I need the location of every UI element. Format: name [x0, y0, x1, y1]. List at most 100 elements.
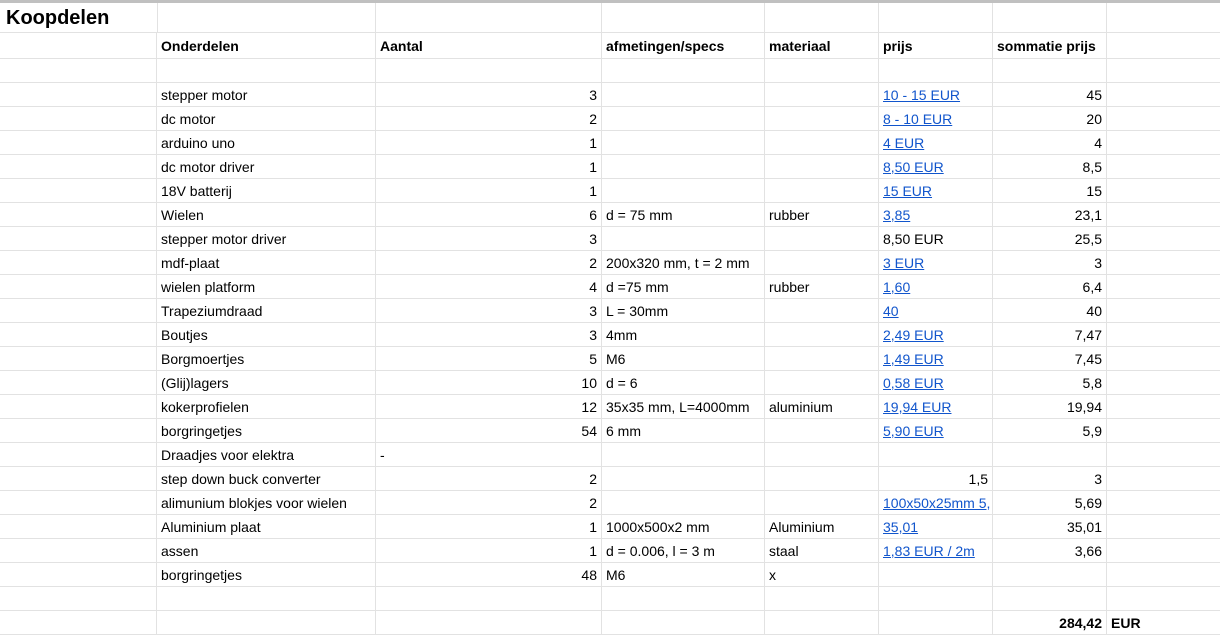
- price-link[interactable]: 1,83 EUR / 2m: [883, 544, 975, 558]
- cell[interactable]: [0, 155, 157, 179]
- price-link[interactable]: 1,49 EUR: [883, 352, 944, 366]
- sum-price-cell[interactable]: 20: [993, 107, 1107, 131]
- price-cell[interactable]: 1,49 EUR: [879, 347, 993, 371]
- cell[interactable]: [1107, 299, 1220, 323]
- quantity-cell[interactable]: 54: [376, 419, 602, 443]
- quantity-cell[interactable]: 5: [376, 347, 602, 371]
- material-cell[interactable]: [765, 131, 879, 155]
- specs-cell[interactable]: 1000x500x2 mm: [602, 515, 765, 539]
- sum-price-cell[interactable]: 3: [993, 251, 1107, 275]
- quantity-cell[interactable]: 3: [376, 323, 602, 347]
- price-link[interactable]: 8 - 10 EUR: [883, 112, 952, 126]
- price-cell[interactable]: 40: [879, 299, 993, 323]
- sum-price-cell[interactable]: 23,1: [993, 203, 1107, 227]
- header-prijs[interactable]: prijs: [879, 33, 993, 59]
- cell[interactable]: [0, 491, 157, 515]
- cell[interactable]: [1107, 33, 1220, 59]
- cell[interactable]: [1107, 203, 1220, 227]
- sum-price-cell[interactable]: 4: [993, 131, 1107, 155]
- cell[interactable]: [0, 107, 157, 131]
- header-onderdelen[interactable]: Onderdelen: [157, 33, 376, 59]
- part-name-cell[interactable]: step down buck converter: [157, 467, 376, 491]
- price-link[interactable]: 35,01: [883, 520, 918, 534]
- specs-cell[interactable]: [602, 179, 765, 203]
- cell[interactable]: [0, 227, 157, 251]
- price-cell[interactable]: 35,01: [879, 515, 993, 539]
- specs-cell[interactable]: [602, 131, 765, 155]
- quantity-cell[interactable]: -: [376, 443, 602, 467]
- specs-cell[interactable]: [602, 491, 765, 515]
- cell[interactable]: [1107, 179, 1220, 203]
- cell[interactable]: [157, 587, 376, 611]
- part-name-cell[interactable]: wielen platform: [157, 275, 376, 299]
- material-cell[interactable]: [765, 323, 879, 347]
- price-link[interactable]: 15 EUR: [883, 184, 932, 198]
- cell[interactable]: [0, 275, 157, 299]
- quantity-cell[interactable]: 48: [376, 563, 602, 587]
- price-link[interactable]: 3 EUR: [883, 256, 924, 270]
- cell[interactable]: [1107, 131, 1220, 155]
- sum-price-cell[interactable]: 3: [993, 467, 1107, 491]
- quantity-cell[interactable]: 1: [376, 179, 602, 203]
- quantity-cell[interactable]: 3: [376, 83, 602, 107]
- header-sommatie-prijs[interactable]: sommatie prijs: [993, 33, 1107, 59]
- material-cell[interactable]: [765, 179, 879, 203]
- cell[interactable]: [1107, 491, 1220, 515]
- sum-price-cell[interactable]: 15: [993, 179, 1107, 203]
- quantity-cell[interactable]: 2: [376, 107, 602, 131]
- sum-price-cell[interactable]: 25,5: [993, 227, 1107, 251]
- price-link[interactable]: 1,60: [883, 280, 910, 294]
- quantity-cell[interactable]: 4: [376, 275, 602, 299]
- cell[interactable]: [765, 3, 879, 33]
- price-link[interactable]: 19,94 EUR: [883, 400, 951, 414]
- cell[interactable]: [993, 3, 1107, 33]
- specs-cell[interactable]: L = 30mm: [602, 299, 765, 323]
- cell[interactable]: [1107, 59, 1220, 83]
- sum-price-cell[interactable]: 19,94: [993, 395, 1107, 419]
- part-name-cell[interactable]: mdf-plaat: [157, 251, 376, 275]
- cell[interactable]: [376, 587, 602, 611]
- cell[interactable]: [879, 59, 993, 83]
- material-cell[interactable]: [765, 227, 879, 251]
- quantity-cell[interactable]: 2: [376, 467, 602, 491]
- quantity-cell[interactable]: 3: [376, 227, 602, 251]
- specs-cell[interactable]: M6: [602, 563, 765, 587]
- sum-price-cell[interactable]: 35,01: [993, 515, 1107, 539]
- part-name-cell[interactable]: Draadjes voor elektra: [157, 443, 376, 467]
- cell[interactable]: [1107, 323, 1220, 347]
- specs-cell[interactable]: 200x320 mm, t = 2 mm: [602, 251, 765, 275]
- cell[interactable]: [765, 59, 879, 83]
- material-cell[interactable]: [765, 491, 879, 515]
- price-link[interactable]: 10 - 15 EUR: [883, 88, 960, 102]
- material-cell[interactable]: [765, 155, 879, 179]
- part-name-cell[interactable]: stepper motor driver: [157, 227, 376, 251]
- price-link[interactable]: 100x50x25mm 5,: [883, 496, 990, 510]
- cell[interactable]: [1107, 275, 1220, 299]
- cell[interactable]: [602, 611, 765, 635]
- price-cell[interactable]: 4 EUR: [879, 131, 993, 155]
- material-cell[interactable]: [765, 299, 879, 323]
- header-aantal[interactable]: Aantal: [376, 33, 602, 59]
- cell[interactable]: [0, 251, 157, 275]
- cell[interactable]: [0, 59, 157, 83]
- specs-cell[interactable]: [602, 227, 765, 251]
- material-cell[interactable]: aluminium: [765, 395, 879, 419]
- price-link[interactable]: 40: [883, 304, 899, 318]
- specs-cell[interactable]: [602, 107, 765, 131]
- cell[interactable]: [0, 467, 157, 491]
- price-cell[interactable]: 1,60: [879, 275, 993, 299]
- specs-cell[interactable]: d =75 mm: [602, 275, 765, 299]
- cell[interactable]: [0, 611, 157, 635]
- material-cell[interactable]: [765, 251, 879, 275]
- cell[interactable]: [602, 3, 765, 33]
- quantity-cell[interactable]: 6: [376, 203, 602, 227]
- cell[interactable]: [765, 611, 879, 635]
- price-cell[interactable]: 8,50 EUR: [879, 155, 993, 179]
- price-cell[interactable]: 10 - 15 EUR: [879, 83, 993, 107]
- cell[interactable]: [157, 59, 376, 83]
- sum-price-cell[interactable]: 7,45: [993, 347, 1107, 371]
- part-name-cell[interactable]: dc motor: [157, 107, 376, 131]
- price-cell[interactable]: 1,5: [879, 467, 993, 491]
- cell[interactable]: [0, 515, 157, 539]
- cell[interactable]: [1107, 467, 1220, 491]
